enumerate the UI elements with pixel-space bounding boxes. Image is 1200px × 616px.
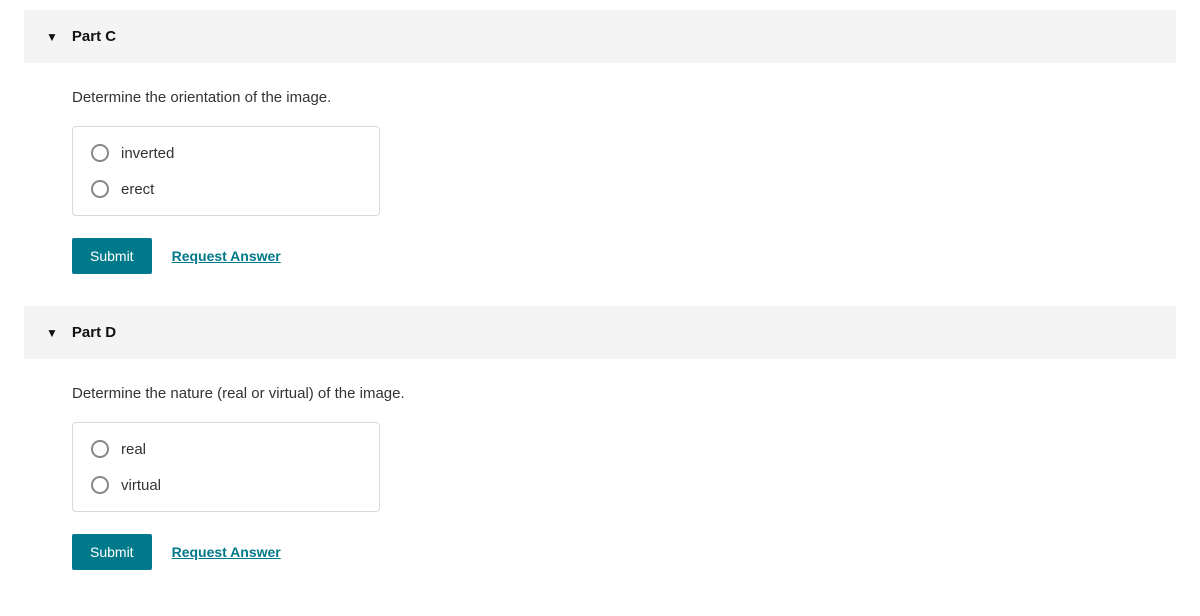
option-virtual[interactable]: virtual — [73, 467, 379, 503]
option-label: inverted — [121, 145, 174, 162]
caret-down-icon: ▼ — [46, 31, 58, 43]
option-label: virtual — [121, 477, 161, 494]
options-box: inverted erect — [72, 126, 380, 216]
submit-button[interactable]: Submit — [72, 534, 152, 570]
part-d-body: Determine the nature (real or virtual) o… — [24, 359, 1176, 596]
radio-icon[interactable] — [91, 180, 109, 198]
action-row: Submit Request Answer — [72, 238, 1156, 274]
radio-icon[interactable] — [91, 476, 109, 494]
option-erect[interactable]: erect — [73, 171, 379, 207]
option-label: erect — [121, 181, 154, 198]
radio-icon[interactable] — [91, 144, 109, 162]
part-d: ▼ Part D Determine the nature (real or v… — [24, 306, 1176, 596]
request-answer-link[interactable]: Request Answer — [172, 544, 281, 560]
submit-button[interactable]: Submit — [72, 238, 152, 274]
option-inverted[interactable]: inverted — [73, 135, 379, 171]
action-row: Submit Request Answer — [72, 534, 1156, 570]
option-real[interactable]: real — [73, 431, 379, 467]
prompt-text: Determine the orientation of the image. — [72, 89, 1156, 106]
options-box: real virtual — [72, 422, 380, 512]
part-title: Part C — [72, 28, 116, 45]
prompt-text: Determine the nature (real or virtual) o… — [72, 385, 1156, 402]
caret-down-icon: ▼ — [46, 327, 58, 339]
part-title: Part D — [72, 324, 116, 341]
part-d-header[interactable]: ▼ Part D — [24, 306, 1176, 359]
part-c: ▼ Part C Determine the orientation of th… — [24, 10, 1176, 300]
request-answer-link[interactable]: Request Answer — [172, 248, 281, 264]
part-c-header[interactable]: ▼ Part C — [24, 10, 1176, 63]
part-c-body: Determine the orientation of the image. … — [24, 63, 1176, 300]
radio-icon[interactable] — [91, 440, 109, 458]
option-label: real — [121, 441, 146, 458]
